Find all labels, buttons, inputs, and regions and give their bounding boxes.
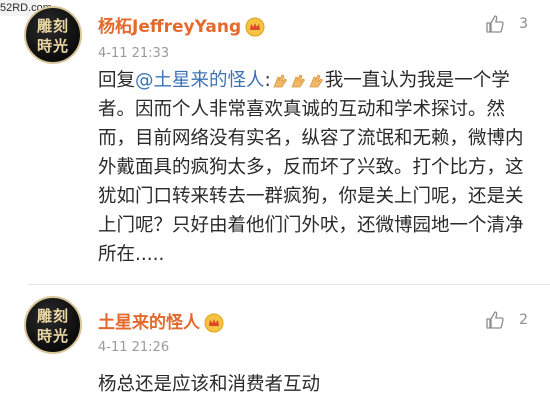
avatar[interactable]: 雕刻 時光 (24, 6, 82, 64)
author-name-label[interactable]: 土星来的怪人 (98, 313, 200, 333)
comment-text: 回复@土星来的怪人: 我一直认为我是一个学者。因而个人非常喜欢真诚的互动和学术探讨… (98, 66, 528, 269)
avatar-logo: 雕刻 時光 (36, 17, 69, 55)
like-button[interactable]: 2 (485, 310, 528, 330)
crown-badge-icon (245, 17, 265, 37)
comment-body: 杨总还是应该和消费者互动 (98, 374, 321, 395)
avatar-logo: 雕刻 時光 (36, 307, 69, 345)
author-name-label[interactable]: 杨柘JeffreyYang (98, 17, 241, 37)
avatar[interactable]: 雕刻 時光 (24, 296, 82, 354)
reply-prefix: 回复 (98, 70, 136, 91)
clap-icon (273, 74, 287, 88)
mention-link[interactable]: @土星来的怪人 (135, 70, 265, 91)
comment-item: 雕刻 時光 土星来的怪人 4-11 21:26 2 杨总还是应该和消费者互动 (0, 284, 550, 416)
author-name[interactable]: 杨柘JeffreyYang (98, 12, 265, 37)
comment-body: 我一直认为我是一个学者。因而个人非常喜欢真诚的互动和学术探讨。然而，目前网络没有… (98, 70, 524, 265)
timestamp: 4-11 21:33 (98, 46, 170, 61)
like-button[interactable]: 3 (485, 14, 528, 34)
like-count: 3 (519, 16, 528, 32)
thumbs-up-icon (486, 311, 504, 329)
like-count: 2 (519, 312, 528, 328)
timestamp: 4-11 21:26 (98, 340, 170, 355)
crown-badge-icon (204, 313, 224, 333)
clap-icon (291, 74, 305, 88)
clap-emojis (271, 70, 325, 91)
author-name[interactable]: 土星来的怪人 (98, 308, 224, 333)
clap-icon (309, 74, 323, 88)
thumbs-up-icon (486, 15, 504, 33)
comment-item: 雕刻 時光 杨柘JeffreyYang 4-11 21:33 3 回复@土星来的怪… (0, 0, 550, 284)
